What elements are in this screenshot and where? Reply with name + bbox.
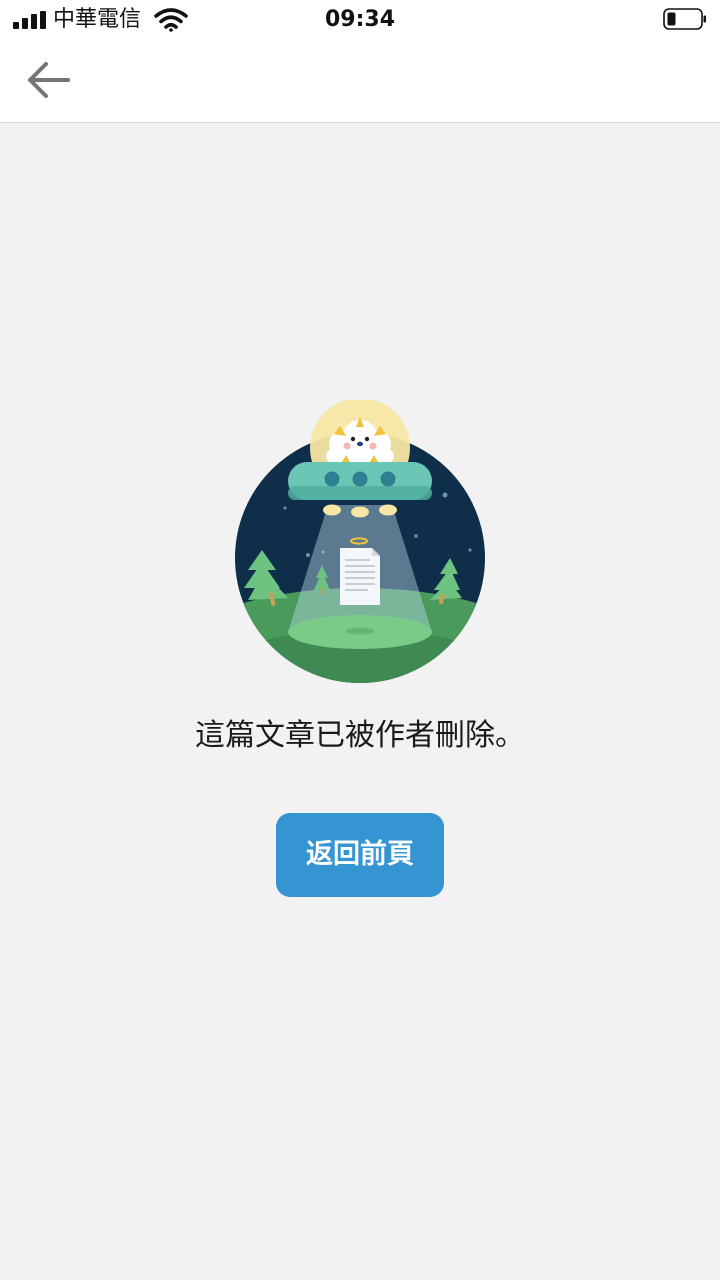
status-bar: 中華電信 09:34 (0, 0, 720, 40)
deleted-article-message: 這篇文章已被作者刪除。 (195, 718, 525, 753)
back-button[interactable] (18, 54, 78, 106)
arrow-left-icon (28, 62, 70, 98)
navigation-bar (0, 40, 720, 123)
clock: 09:34 (324, 7, 396, 32)
back-to-previous-page-button[interactable]: 返回前頁 (276, 813, 444, 897)
battery-icon (663, 8, 706, 30)
ufo-deleted-article-illustration (235, 400, 485, 683)
